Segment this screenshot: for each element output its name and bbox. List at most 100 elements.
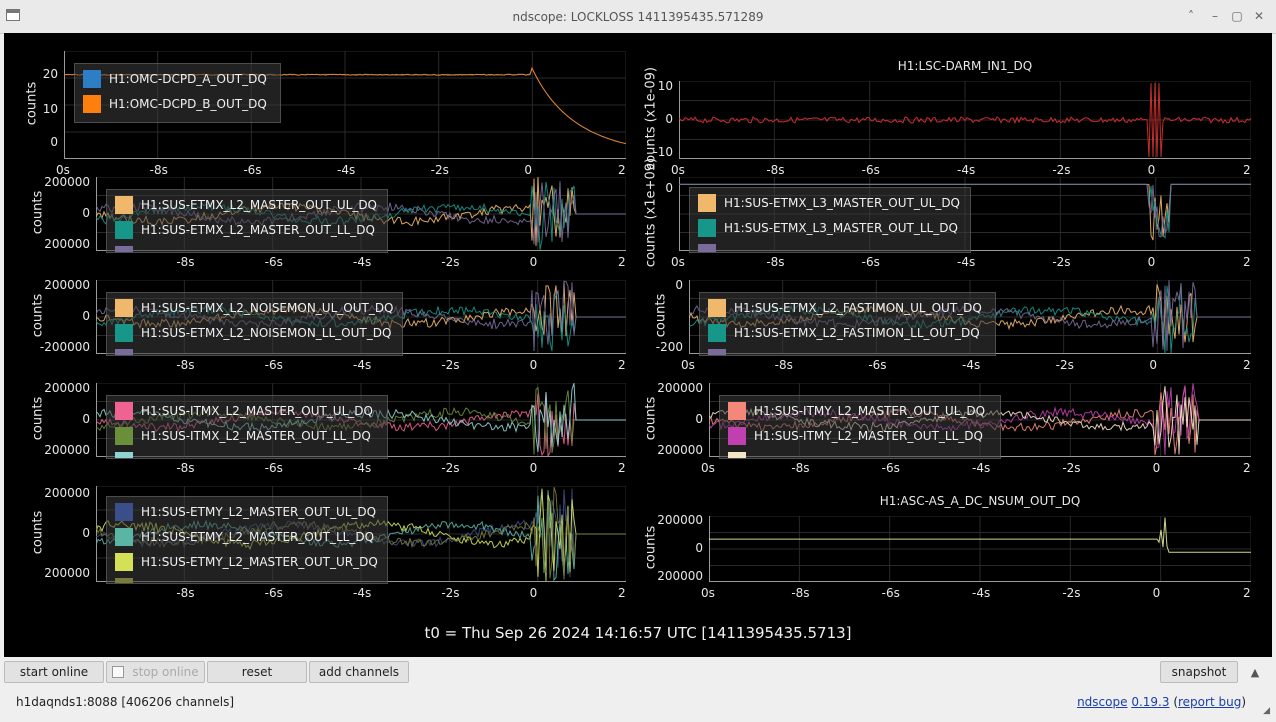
plot-itmx_l2_master[interactable]: counts 200000 0 200000 -8s -6s -4s -2s 0 2 H1:SUS-…: [31, 381, 626, 475]
x-tick-label: 2: [618, 255, 626, 269]
add-channels-button[interactable]: add channels: [309, 661, 409, 683]
report-bug-link[interactable]: report bug: [1178, 695, 1241, 709]
legend-entry[interactable]: H1:SUS-ITMY_L2_MASTER_OUT_LL_DQ: [728, 426, 983, 446]
legend-label: H1:SUS-ETMY_L2_MASTER_OUT_UL_DQ: [141, 505, 377, 519]
resize-grip-icon[interactable]: ◢: [1263, 706, 1270, 716]
reset-button[interactable]: reset: [207, 661, 307, 683]
legend-entry[interactable]: H1:SUS-ETMX_L3_MASTER_OUT_LL_DQ: [698, 218, 958, 238]
plot-legend[interactable]: H1:SUS-ETMX_L2_MASTER_OUT_UL_DQ H1:SUS-ET…: [106, 189, 388, 253]
legend-entry[interactable]: H1:OMC-DCPD_B_OUT_DQ: [83, 94, 267, 114]
legend-entry[interactable]: H1:SUS-ETMX_L2_NOISEMON_LL_OUT_DQ: [115, 323, 391, 343]
x-tick-label: -8s: [176, 255, 195, 269]
plot-legend[interactable]: H1:SUS-ETMX_L2_NOISEMON_UL_OUT_DQ H1:SUS-…: [106, 292, 403, 356]
window-title: ndscope: LOCKLOSS 1411395435.571289: [512, 9, 764, 24]
legend-swatch: [698, 194, 716, 212]
legend-swatch: [83, 95, 101, 113]
window-maximize-icon[interactable]: ▢: [1229, 8, 1245, 24]
x-tick-label: -6s: [881, 586, 900, 600]
t0-label: t0 = Thu Sep 26 2024 14:16:57 UTC [14113…: [424, 624, 852, 642]
plot-legend[interactable]: H1:OMC-DCPD_A_OUT_DQ H1:OMC-DCPD_B_OUT_DQ: [74, 63, 281, 123]
legend-entry[interactable]: [728, 451, 754, 458]
y-tick-label: 200000: [44, 380, 90, 395]
legend-entry[interactable]: H1:OMC-DCPD_A_OUT_DQ: [83, 69, 267, 89]
plot-title: H1:ASC-AS_A_DC_NSUM_OUT_DQ: [879, 494, 1081, 508]
y-tick-label: 0: [665, 181, 673, 196]
legend-entry[interactable]: H1:SUS-ETMX_L2_FASTIMON_LL_OUT_DQ: [708, 323, 980, 343]
legend-entry[interactable]: H1:SUS-ETMX_L2_NOISEMON_UL_OUT_DQ: [115, 298, 394, 318]
legend-label: H1:SUS-ITMY_L2_MASTER_OUT_UL_DQ: [754, 404, 986, 418]
x-tick-label: -4s: [353, 255, 372, 269]
window-close-icon[interactable]: ✕: [1251, 8, 1267, 24]
plot-omc[interactable]: counts 20 10 0 0s -8s -6s -4s -2s 0 2 H1:OMC-DCPD_A…: [25, 51, 626, 177]
plot-legend[interactable]: H1:SUS-ETMX_L3_MASTER_OUT_UL_DQ H1:SUS-ET…: [689, 187, 971, 253]
x-tick-label: -6s: [264, 461, 283, 475]
window-shade-icon[interactable]: ˄: [1183, 8, 1199, 24]
legend-swatch: [115, 246, 133, 252]
y-axis-label: counts: [30, 293, 46, 338]
x-tick-label: -2s: [1062, 461, 1081, 475]
legend-swatch: [115, 221, 133, 239]
collapse-arrow-icon[interactable]: ▲: [1244, 661, 1266, 683]
y-axis-label: counts: [24, 81, 40, 126]
plot-darm[interactable]: counts (x1e-09) 10 0 -10 0s -8s -6s -4s -2s 0 2 H1:…: [644, 59, 1251, 177]
legend-entry[interactable]: [115, 577, 141, 583]
plot-area-asc_as_a: [709, 516, 1251, 582]
legend-entry[interactable]: H1:SUS-ETMX_L2_MASTER_OUT_UL_DQ: [115, 195, 377, 215]
x-tick-label: -6s: [264, 586, 283, 600]
stop-online-checkbox-icon: [112, 666, 125, 678]
y-tick-label: 200000: [44, 566, 90, 581]
plot-legend[interactable]: H1:SUS-ETMX_L2_FASTIMON_UL_OUT_DQ H1:SUS-…: [699, 292, 996, 356]
version-link[interactable]: 0.19.3: [1131, 695, 1169, 709]
plot-etmx_l3_master[interactable]: counts (x1e+09) 0 0s -8s -6s -4s -2s 0 2 H1:SUS-E…: [644, 158, 1251, 269]
plot-etmx_l2_fastimon[interactable]: counts 0 -200 0s -8s -6s -4s -2s 0 2 H1:SUS-ETMX_L…: [654, 278, 1251, 372]
start-online-button[interactable]: start online: [4, 661, 104, 683]
legend-swatch: [115, 452, 133, 458]
plot-itmy_l2_master[interactable]: counts 200000 0 200000 0s -8s -6s -4s -2s 0 2 H1:SU…: [644, 381, 1251, 475]
plot-etmy_l2_master[interactable]: counts 200000 0 200000 -8s -6s -4s -2s 0 2 H1:SUS-…: [31, 486, 626, 600]
x-tick-label: -8s: [149, 163, 168, 177]
legend-entry[interactable]: H1:SUS-ITMX_L2_MASTER_OUT_LL_DQ: [115, 426, 371, 446]
stop-online-button[interactable]: stop online: [106, 661, 205, 683]
legend-entry[interactable]: H1:SUS-ETMY_L2_MASTER_OUT_UL_DQ: [115, 502, 376, 522]
plot-etmx_l2_noisemon[interactable]: counts 200000 0 -200000 -8s -6s -4s -2s 0 2 H1:SUS…: [31, 278, 626, 372]
x-tick-label: 2: [1243, 358, 1251, 372]
x-tick-label: -6s: [861, 255, 880, 269]
x-tick-label: -6s: [264, 358, 283, 372]
plot-legend[interactable]: H1:SUS-ITMX_L2_MASTER_OUT_UL_DQ H1:SUS-IT…: [106, 395, 388, 459]
x-tick-label: -6s: [264, 255, 283, 269]
legend-label: H1:SUS-ITMY_L2_MASTER_OUT_LL_DQ: [754, 429, 983, 443]
plot-asc_as_a[interactable]: counts 200000 0 200000 0s -8s -6s -4s -2s 0 2 H1:AS…: [644, 494, 1251, 600]
legend-swatch: [698, 219, 716, 237]
legend-entry[interactable]: H1:SUS-ETMY_L2_MASTER_OUT_UR_DQ: [115, 552, 378, 572]
stop-online-label: stop online: [132, 665, 199, 679]
legend-entry[interactable]: H1:SUS-ITMY_L2_MASTER_OUT_UL_DQ: [728, 401, 985, 421]
plot-legend[interactable]: H1:SUS-ETMY_L2_MASTER_OUT_UL_DQ H1:SUS-ET…: [106, 496, 388, 584]
y-tick-label: 200000: [657, 380, 703, 395]
x-tick-label: 2: [618, 586, 626, 600]
legend-entry[interactable]: H1:SUS-ETMX_L2_MASTER_OUT_LL_DQ: [115, 220, 375, 240]
snapshot-button[interactable]: snapshot: [1160, 661, 1238, 683]
legend-entry[interactable]: H1:SUS-ETMX_L3_MASTER_OUT_UL_DQ: [698, 193, 960, 213]
legend-entry[interactable]: H1:SUS-ITMX_L2_MASTER_OUT_UL_DQ: [115, 401, 373, 421]
x-tick-label: -6s: [881, 461, 900, 475]
plot-legend[interactable]: H1:SUS-ITMY_L2_MASTER_OUT_UL_DQ H1:SUS-IT…: [719, 395, 1001, 459]
y-tick-label: -200000: [39, 340, 90, 355]
legend-entry[interactable]: H1:SUS-ETMY_L2_MASTER_OUT_LL_DQ: [115, 527, 374, 547]
plot-canvas[interactable]: counts 20 10 0 0s -8s -6s -4s -2s 0 2 H1:OMC-DCPD_A…: [4, 33, 1272, 657]
plot-etmx_l2_master[interactable]: counts 200000 0 200000 -8s -6s -4s -2s 0 2 H1:SUS-…: [31, 175, 626, 269]
x-tick-label: -8s: [791, 461, 810, 475]
ndscope-link[interactable]: ndscope: [1077, 695, 1127, 709]
legend-entry[interactable]: [115, 245, 141, 252]
y-tick-label: 200000: [44, 237, 90, 252]
legend-entry[interactable]: [115, 451, 141, 458]
legend-entry[interactable]: [698, 243, 724, 252]
y-axis-label: counts: [643, 396, 659, 441]
legend-swatch: [698, 244, 716, 252]
legend-entry[interactable]: [115, 348, 141, 355]
legend-entry[interactable]: H1:SUS-ETMX_L2_FASTIMON_UL_OUT_DQ: [708, 298, 982, 318]
legend-swatch: [115, 578, 133, 583]
window-minimize-icon[interactable]: –: [1207, 8, 1223, 24]
x-tick-label: 2: [618, 461, 626, 475]
legend-entry[interactable]: [708, 348, 734, 355]
x-tick-label: -2s: [1055, 358, 1074, 372]
